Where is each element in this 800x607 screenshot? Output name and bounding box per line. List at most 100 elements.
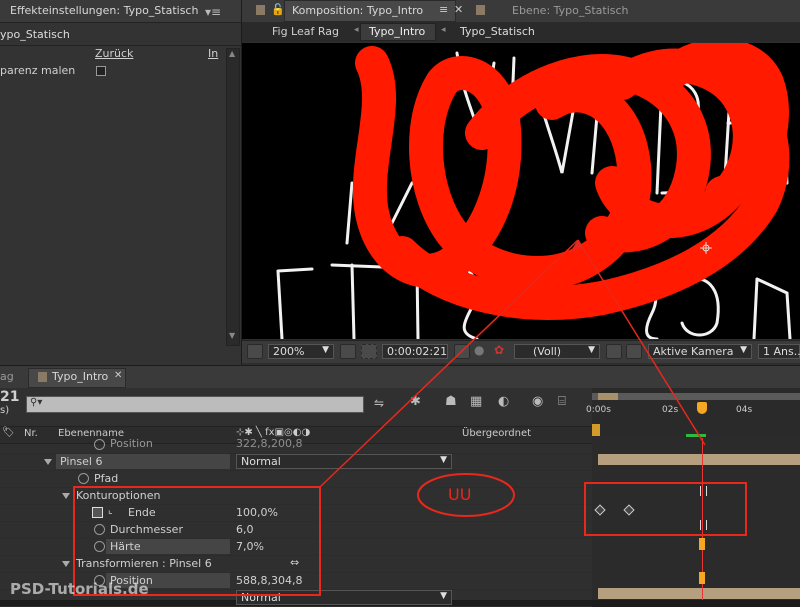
brainstorm-icon[interactable]: ◉: [532, 394, 543, 409]
keyframe-icon[interactable]: [594, 504, 606, 516]
composition-panel: 🔓 Komposition: Typo_Intro ≡ ✕ Ebene: Typ…: [242, 0, 800, 365]
stopwatch-icon[interactable]: [94, 524, 105, 535]
current-time-display[interactable]: 21: [0, 389, 19, 405]
position-top-value[interactable]: 322,8,200,8: [236, 437, 302, 450]
ende-value[interactable]: 100,0%: [236, 506, 278, 519]
shy-layers-icon[interactable]: ☗: [445, 394, 457, 409]
link-icon[interactable]: ⇔: [290, 556, 299, 569]
effects-panel: Effekteinstellungen: Typo_Statisch ▾≡ yp…: [0, 0, 241, 365]
comp-panel-header: 🔓 Komposition: Typo_Intro ≡ ✕ Ebene: Typ…: [242, 0, 800, 23]
frame-blending-icon[interactable]: ▦: [470, 394, 482, 409]
effects-layer-name: ypo_Statisch: [0, 28, 70, 41]
views-select[interactable]: 1 Ans...: [758, 344, 800, 359]
timecode-value: 0:00:02:21: [387, 345, 448, 358]
views-value: 1 Ans...: [763, 345, 800, 358]
timeline-tab-left[interactable]: ag: [0, 370, 14, 383]
expand-triangle-icon[interactable]: [44, 459, 52, 465]
table-row[interactable]: Durchmesser 6,0: [0, 521, 592, 539]
position-value[interactable]: 588,8,304,8: [236, 574, 302, 587]
search-input[interactable]: ⚲▾: [26, 396, 364, 413]
pfad-label: Pfad: [94, 472, 119, 485]
ruler-label-4: 04s: [736, 405, 753, 415]
chevron-down-icon: ▼: [740, 345, 747, 355]
mask-toggle-icon[interactable]: [361, 344, 377, 359]
close-icon[interactable]: ✕: [454, 3, 463, 16]
haerte-value[interactable]: 7,0%: [236, 540, 264, 553]
comp-mini-flowchart-icon[interactable]: ⇋: [374, 396, 384, 410]
position-top-label: Position: [110, 437, 153, 450]
table-row[interactable]: Transformieren : Pinsel 6 ⇔: [0, 555, 592, 573]
graph-editor-icon[interactable]: ⌸: [558, 394, 566, 409]
bottom-mode-select[interactable]: Normal ▼: [236, 590, 452, 605]
haerte-label: Härte: [110, 540, 141, 553]
pinsel-mode-value: Normal: [241, 455, 281, 468]
table-row[interactable]: Pinsel 6 Normal ▼: [0, 453, 592, 471]
pinsel-label[interactable]: Pinsel 6: [60, 455, 102, 468]
snapshot-icon[interactable]: [454, 344, 470, 359]
stopwatch-icon[interactable]: [78, 473, 89, 484]
effects-panel-header: Effekteinstellungen: Typo_Statisch ▾≡: [0, 0, 241, 23]
reset-link[interactable]: Zurück: [95, 47, 133, 60]
region-of-interest-icon[interactable]: [606, 344, 622, 359]
viewer-toolbar: 200% ▼ 0:00:02:21 ● ✿ (Voll) ▼ Aktive Ka…: [242, 340, 800, 363]
work-area-bar[interactable]: [592, 393, 800, 400]
stopwatch-icon[interactable]: [94, 439, 105, 450]
effects-tab-title[interactable]: Effekteinstellungen: Typo_Statisch: [10, 4, 198, 17]
durchmesser-value[interactable]: 6,0: [236, 523, 254, 536]
breadcrumb-item-typo-statisch[interactable]: Typo_Statisch: [460, 25, 535, 38]
info-link[interactable]: In: [208, 47, 218, 60]
layer-duration-bar[interactable]: [598, 588, 800, 599]
watermark: PSD-Tutorials.de: [10, 580, 149, 598]
table-row[interactable]: Pfad: [0, 470, 592, 488]
breadcrumb-item-fig-leaf[interactable]: Fig Leaf Rag: [272, 25, 339, 38]
motion-blur-icon[interactable]: ◐: [498, 394, 509, 409]
safe-zones-icon[interactable]: [340, 344, 356, 359]
table-row[interactable]: Härte 7,0%: [0, 538, 592, 556]
durchmesser-label: Durchmesser: [110, 523, 183, 536]
camera-select[interactable]: Aktive Kamera ▼: [648, 344, 752, 359]
timeline-tracks[interactable]: [592, 438, 800, 600]
annotation-uu-label: UU: [448, 485, 472, 504]
breadcrumb-item-typo-intro[interactable]: Typo_Intro: [369, 25, 425, 38]
expand-triangle-icon[interactable]: [62, 493, 70, 499]
layer-tab-title[interactable]: Ebene: Typo_Statisch: [512, 4, 629, 17]
list-item[interactable]: Position 322,8,200,8: [0, 436, 592, 454]
always-preview-icon[interactable]: [247, 344, 263, 359]
paint-transparency-checkbox[interactable]: [96, 66, 106, 76]
draft-3d-icon[interactable]: ✱: [410, 394, 421, 409]
current-time-indicator[interactable]: [697, 402, 707, 414]
composition-viewer[interactable]: [242, 43, 800, 339]
close-tab-icon[interactable]: ≡: [439, 3, 448, 16]
layer-duration-bar[interactable]: [598, 454, 800, 465]
table-row[interactable]: Konturoptionen: [0, 487, 592, 505]
channel-icon[interactable]: ✿: [494, 343, 504, 357]
stopwatch-active-icon[interactable]: [92, 507, 103, 518]
time-ruler[interactable]: 0:00s 02s 04s: [586, 388, 800, 438]
comp-tab-title[interactable]: Komposition: Typo_Intro: [292, 4, 423, 17]
kontur-label: Konturoptionen: [76, 489, 161, 502]
timeline-tab-swatch: [38, 372, 47, 382]
show-snapshot-icon[interactable]: ●: [474, 343, 484, 357]
effects-layer-row: ypo_Statisch: [0, 26, 241, 44]
zoom-select[interactable]: 200% ▼: [268, 344, 334, 359]
stopwatch-icon[interactable]: [94, 541, 105, 552]
ende-label: Ende: [128, 506, 156, 519]
panel-menu-icon[interactable]: ▾≡: [205, 5, 221, 19]
resolution-select[interactable]: (Voll) ▼: [514, 344, 600, 359]
expand-triangle-icon[interactable]: [62, 561, 70, 567]
effects-scrollbar[interactable]: ▲ ▼: [226, 48, 240, 346]
scroll-down-icon[interactable]: ▼: [229, 331, 235, 340]
chevron-down-icon: ▼: [588, 345, 595, 355]
lock-icon[interactable]: 🔓: [271, 3, 285, 16]
timeline-tab-title[interactable]: Typo_Intro: [52, 370, 108, 383]
keyframe-icon[interactable]: [623, 504, 635, 516]
table-row[interactable]: ⌞ Ende 100,0%: [0, 504, 592, 522]
transparency-grid-icon[interactable]: [626, 344, 642, 359]
timeline-panel: ag Typo_Intro ✕ 21 s) ⚲▾ ⇋ ✱ ☗ ▦ ◐ ◉ ⌸ 0…: [0, 366, 800, 607]
ruler-label-2: 02s: [662, 405, 679, 415]
timeline-header: ag Typo_Intro ✕: [0, 366, 800, 389]
scroll-up-icon[interactable]: ▲: [229, 49, 235, 58]
pinsel-mode-select[interactable]: Normal ▼: [236, 454, 452, 469]
close-icon[interactable]: ✕: [114, 370, 122, 381]
timecode-field[interactable]: 0:00:02:21: [382, 344, 448, 359]
